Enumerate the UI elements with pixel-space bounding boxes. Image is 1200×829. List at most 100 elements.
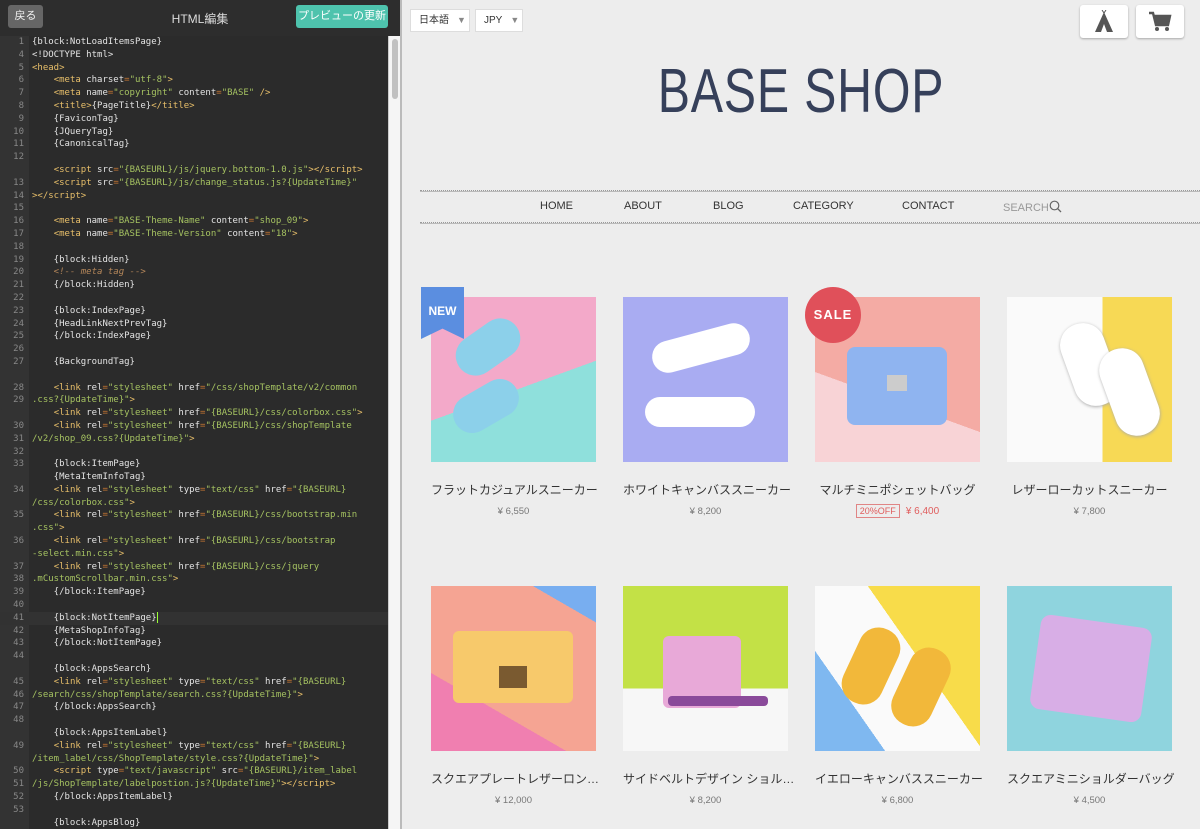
product-name[interactable]: フラットカジュアルスニーカー [431,481,598,498]
product-name[interactable]: スクエアミニショルダーバッグ [1007,770,1175,787]
nav-home[interactable]: HOME [540,200,573,212]
editor-scrollbar[interactable] [388,36,400,829]
code-line[interactable]: 28 <link rel="stylesheet" href="/css/sho… [0,382,388,395]
code-line[interactable]: 40 [0,599,388,612]
code-line[interactable]: 20 <!-- meta tag --> [0,266,388,279]
product-card[interactable]: ホワイトキャンバススニーカー ¥ 8,200 [623,297,791,517]
code-line[interactable]: 11 {CanonicalTag} [0,138,388,151]
nav-blog[interactable]: BLOG [713,200,744,212]
code-line[interactable]: 1 {block:NotLoadItemsPage} [0,36,388,49]
refresh-preview-button[interactable]: プレビューの更新 [296,5,388,28]
shop-logo[interactable]: BASE SHOP [490,56,1112,127]
nav-contact[interactable]: CONTACT [902,200,954,212]
product-image[interactable] [1007,586,1172,751]
code-line[interactable]: -select.min.css"> [0,548,388,561]
code-line[interactable]: 21 {/block:Hidden} [0,279,388,292]
code-line[interactable]: 25 {/block:IndexPage} [0,330,388,343]
product-name[interactable]: マルチミニポシェットバッグ [815,481,980,498]
code-line[interactable]: /item_label/css/ShopTemplate/style.css?{… [0,753,388,766]
code-line[interactable]: 42 {MetaShopInfoTag} [0,625,388,638]
code-line[interactable]: 52 {/block:AppsItemLabel} [0,791,388,804]
code-line[interactable]: 48 [0,714,388,727]
code-line[interactable]: 37 <link rel="stylesheet" href="{BASEURL… [0,561,388,574]
code-line[interactable]: 24 {HeadLinkNextPrevTag} [0,318,388,331]
code-line[interactable]: 51/js/ShopTemplate/labelpostion.js?{Upda… [0,778,388,791]
code-line[interactable]: 14 ></script> [0,190,388,203]
code-line[interactable]: 15 [0,202,388,215]
code-line[interactable]: 12 [0,151,388,164]
product-image[interactable] [815,586,980,751]
code-text: {block:ItemPage} [32,459,141,470]
code-line[interactable]: 7 <meta name="copyright" content="BASE" … [0,87,388,100]
product-image[interactable] [431,586,596,751]
product-name[interactable]: レザーローカットスニーカー [1007,481,1172,498]
product-name[interactable]: ホワイトキャンバススニーカー [623,481,791,498]
line-number: 12 [13,152,24,163]
code-line[interactable]: 22 [0,292,388,305]
product-name[interactable]: サイドベルトデザイン ショル… [623,770,794,787]
code-line[interactable]: 44 [0,650,388,663]
code-line[interactable]: {block:AppsSearch} [0,663,388,676]
code-line[interactable]: 33 {block:ItemPage} [0,458,388,471]
code-line[interactable]: 46/search/css/shopTemplate/search.css?{U… [0,689,388,702]
code-line[interactable]: <script src="{BASEURL}/js/jquery.bottom-… [0,164,388,177]
product-card[interactable]: サイドベルトデザイン ショル… ¥ 8,200 [623,586,794,806]
product-name[interactable]: イエローキャンバススニーカー [815,770,983,787]
nav-about[interactable]: ABOUT [624,200,662,212]
code-line[interactable]: 10 {JQueryTag} [0,126,388,139]
code-line[interactable]: {MetaItemInfoTag} [0,471,388,484]
code-line[interactable]: {block:AppsBlog} [0,817,388,829]
product-card[interactable]: イエローキャンバススニーカー ¥ 6,800 [815,586,983,806]
code-line[interactable]: 39 {/block:ItemPage} [0,586,388,599]
code-line[interactable]: 18 [0,241,388,254]
product-card[interactable]: スクエアミニショルダーバッグ ¥ 4,500 [1007,586,1175,806]
code-line[interactable]: 35 <link rel="stylesheet" href="{BASEURL… [0,509,388,522]
code-line[interactable]: 31/v2/shop_09.css?{UpdateTime}"> [0,433,388,446]
code-line[interactable]: 30 <link rel="stylesheet" href="{BASEURL… [0,420,388,433]
search-link[interactable]: SEARCH [1003,200,1062,214]
product-image[interactable] [623,297,788,462]
code-line[interactable] [0,369,388,382]
currency-select[interactable]: JPY ▼ [475,9,523,32]
code-line[interactable]: 45 <link rel="stylesheet" type="text/css… [0,676,388,689]
code-line[interactable]: 13 <script src="{BASEURL}/js/change_stat… [0,177,388,190]
code-line[interactable]: 50 <script type="text/javascript" src="{… [0,765,388,778]
code-line[interactable]: 6 <meta charset="utf-8"> [0,74,388,87]
code-line[interactable]: 36 <link rel="stylesheet" href="{BASEURL… [0,535,388,548]
line-number: 1 [18,37,24,47]
code-line[interactable]: 5 <head> [0,62,388,75]
cart-button[interactable] [1136,5,1184,38]
code-line[interactable]: 49 <link rel="stylesheet" type="text/css… [0,740,388,753]
code-line[interactable]: 34 <link rel="stylesheet" type="text/css… [0,484,388,497]
product-card[interactable]: スクエアプレートレザーロン… ¥ 12,000 [431,586,599,806]
code-line[interactable]: 53 [0,804,388,817]
code-line[interactable]: 4 <!DOCTYPE html> [0,49,388,62]
code-line[interactable]: .css"> [0,522,388,535]
language-select[interactable]: 日本語 ▼ [410,9,470,32]
code-line[interactable]: 32 [0,446,388,459]
code-line[interactable]: 38 .mCustomScrollbar.min.css"> [0,573,388,586]
code-line[interactable]: 47 {/block:AppsSearch} [0,701,388,714]
code-line[interactable]: /css/colorbox.css"> [0,497,388,510]
code-line[interactable]: 26 [0,343,388,356]
product-name[interactable]: スクエアプレートレザーロン… [431,770,599,787]
code-line[interactable]: 43 {/block:NotItemPage} [0,637,388,650]
code-editor[interactable]: 1 {block:NotLoadItemsPage} 4 <!DOCTYPE html… [0,36,388,829]
code-line[interactable]: 41 {block:NotItemPage} [0,611,388,625]
code-line[interactable]: {block:AppsItemLabel} [0,727,388,740]
code-line[interactable]: 9 {FaviconTag} [0,113,388,126]
code-line[interactable]: 8 <title>{PageTitle}</title> [0,100,388,113]
product-image[interactable] [1007,297,1172,462]
product-image[interactable] [623,586,788,751]
code-line[interactable]: 16 <meta name="BASE-Theme-Name" content=… [0,215,388,228]
scrollbar-thumb[interactable] [392,39,398,99]
tent-button[interactable] [1080,5,1128,38]
code-line[interactable]: 27 {BackgroundTag} [0,356,388,369]
code-line[interactable]: 23 {block:IndexPage} [0,305,388,318]
product-card[interactable]: レザーローカットスニーカー ¥ 7,800 [1007,297,1172,517]
code-line[interactable]: 17 <meta name="BASE-Theme-Version" conte… [0,228,388,241]
nav-category[interactable]: CATEGORY [793,200,854,212]
code-line[interactable]: <link rel="stylesheet" href="{BASEURL}/c… [0,407,388,420]
code-line[interactable]: 29 .css?{UpdateTime}"> [0,394,388,407]
code-line[interactable]: 19 {block:Hidden} [0,254,388,267]
